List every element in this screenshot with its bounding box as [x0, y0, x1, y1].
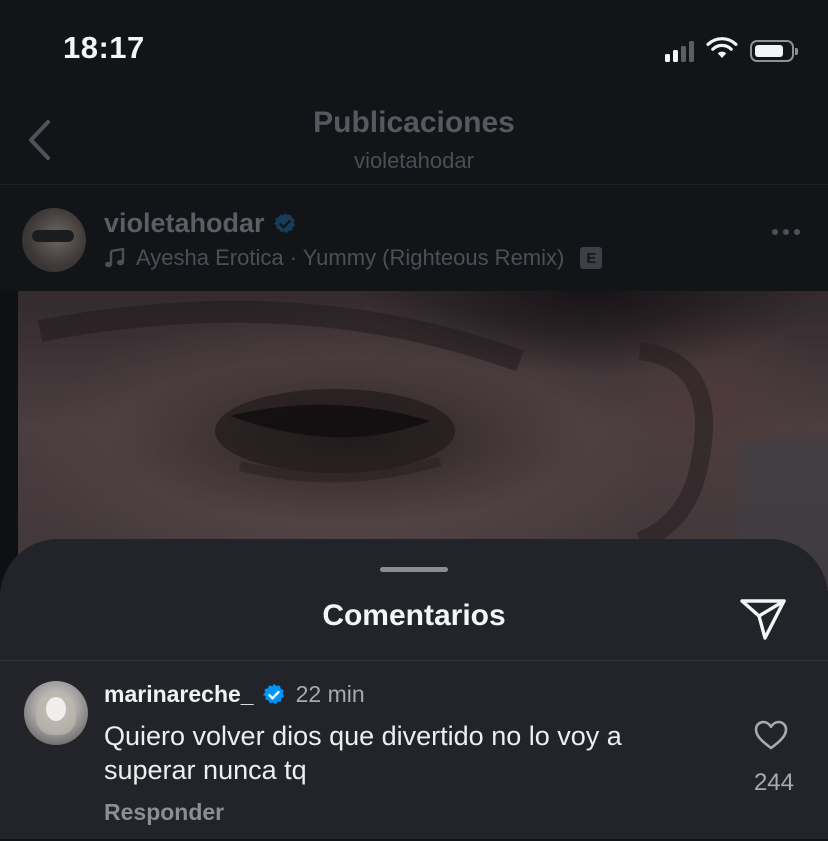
sheet-grabber[interactable] — [380, 567, 448, 572]
commenter-avatar[interactable] — [24, 681, 88, 745]
battery-icon — [750, 40, 798, 62]
commenter-username[interactable]: marinareche_ — [104, 681, 254, 708]
status-time: 18:17 — [63, 30, 145, 65]
more-icon[interactable] — [772, 229, 800, 235]
reply-button[interactable]: Responder — [104, 799, 224, 826]
verified-badge-icon — [262, 683, 286, 707]
signal-icon — [665, 40, 694, 62]
wifi-icon — [706, 36, 738, 66]
page-subtitle[interactable]: violetahodar — [0, 148, 828, 174]
comment-item: marinareche_ 22 min Quiero volver dios q… — [0, 661, 828, 841]
comment-text: Quiero volver dios que divertido no lo v… — [104, 721, 622, 785]
comments-title: Comentarios — [322, 599, 506, 632]
post-author[interactable]: violetahodar — [104, 208, 297, 239]
share-paper-plane-icon — [740, 599, 786, 640]
post-music[interactable]: Ayesha Erotica · Yummy (Righteous Remix)… — [104, 245, 603, 271]
status-icons — [665, 36, 798, 66]
share-button[interactable] — [738, 595, 788, 643]
nav-bar: Publicaciones violetahodar — [0, 100, 828, 185]
post-username[interactable]: violetahodar — [104, 208, 265, 239]
post-author-avatar[interactable] — [22, 208, 86, 272]
page-title: Publicaciones — [313, 106, 515, 139]
comment-header: marinareche_ 22 min — [104, 681, 365, 708]
status-bar: 18:17 — [0, 0, 828, 100]
music-note-icon — [105, 247, 125, 268]
post-header: violetahodar Ayesha Erotica · Yummy (Rig… — [0, 185, 828, 291]
comments-sheet: Comentarios marinareche_ 22 min Quiero v… — [0, 539, 828, 839]
verified-badge-icon — [273, 212, 297, 236]
like-count: 244 — [753, 769, 794, 796]
explicit-badge: E — [580, 247, 603, 269]
like-button[interactable] — [752, 717, 790, 753]
comment-time: 22 min — [295, 681, 365, 707]
music-track-label: Ayesha Erotica · Yummy (Righteous Remix) — [136, 245, 565, 270]
heart-icon — [754, 720, 788, 750]
